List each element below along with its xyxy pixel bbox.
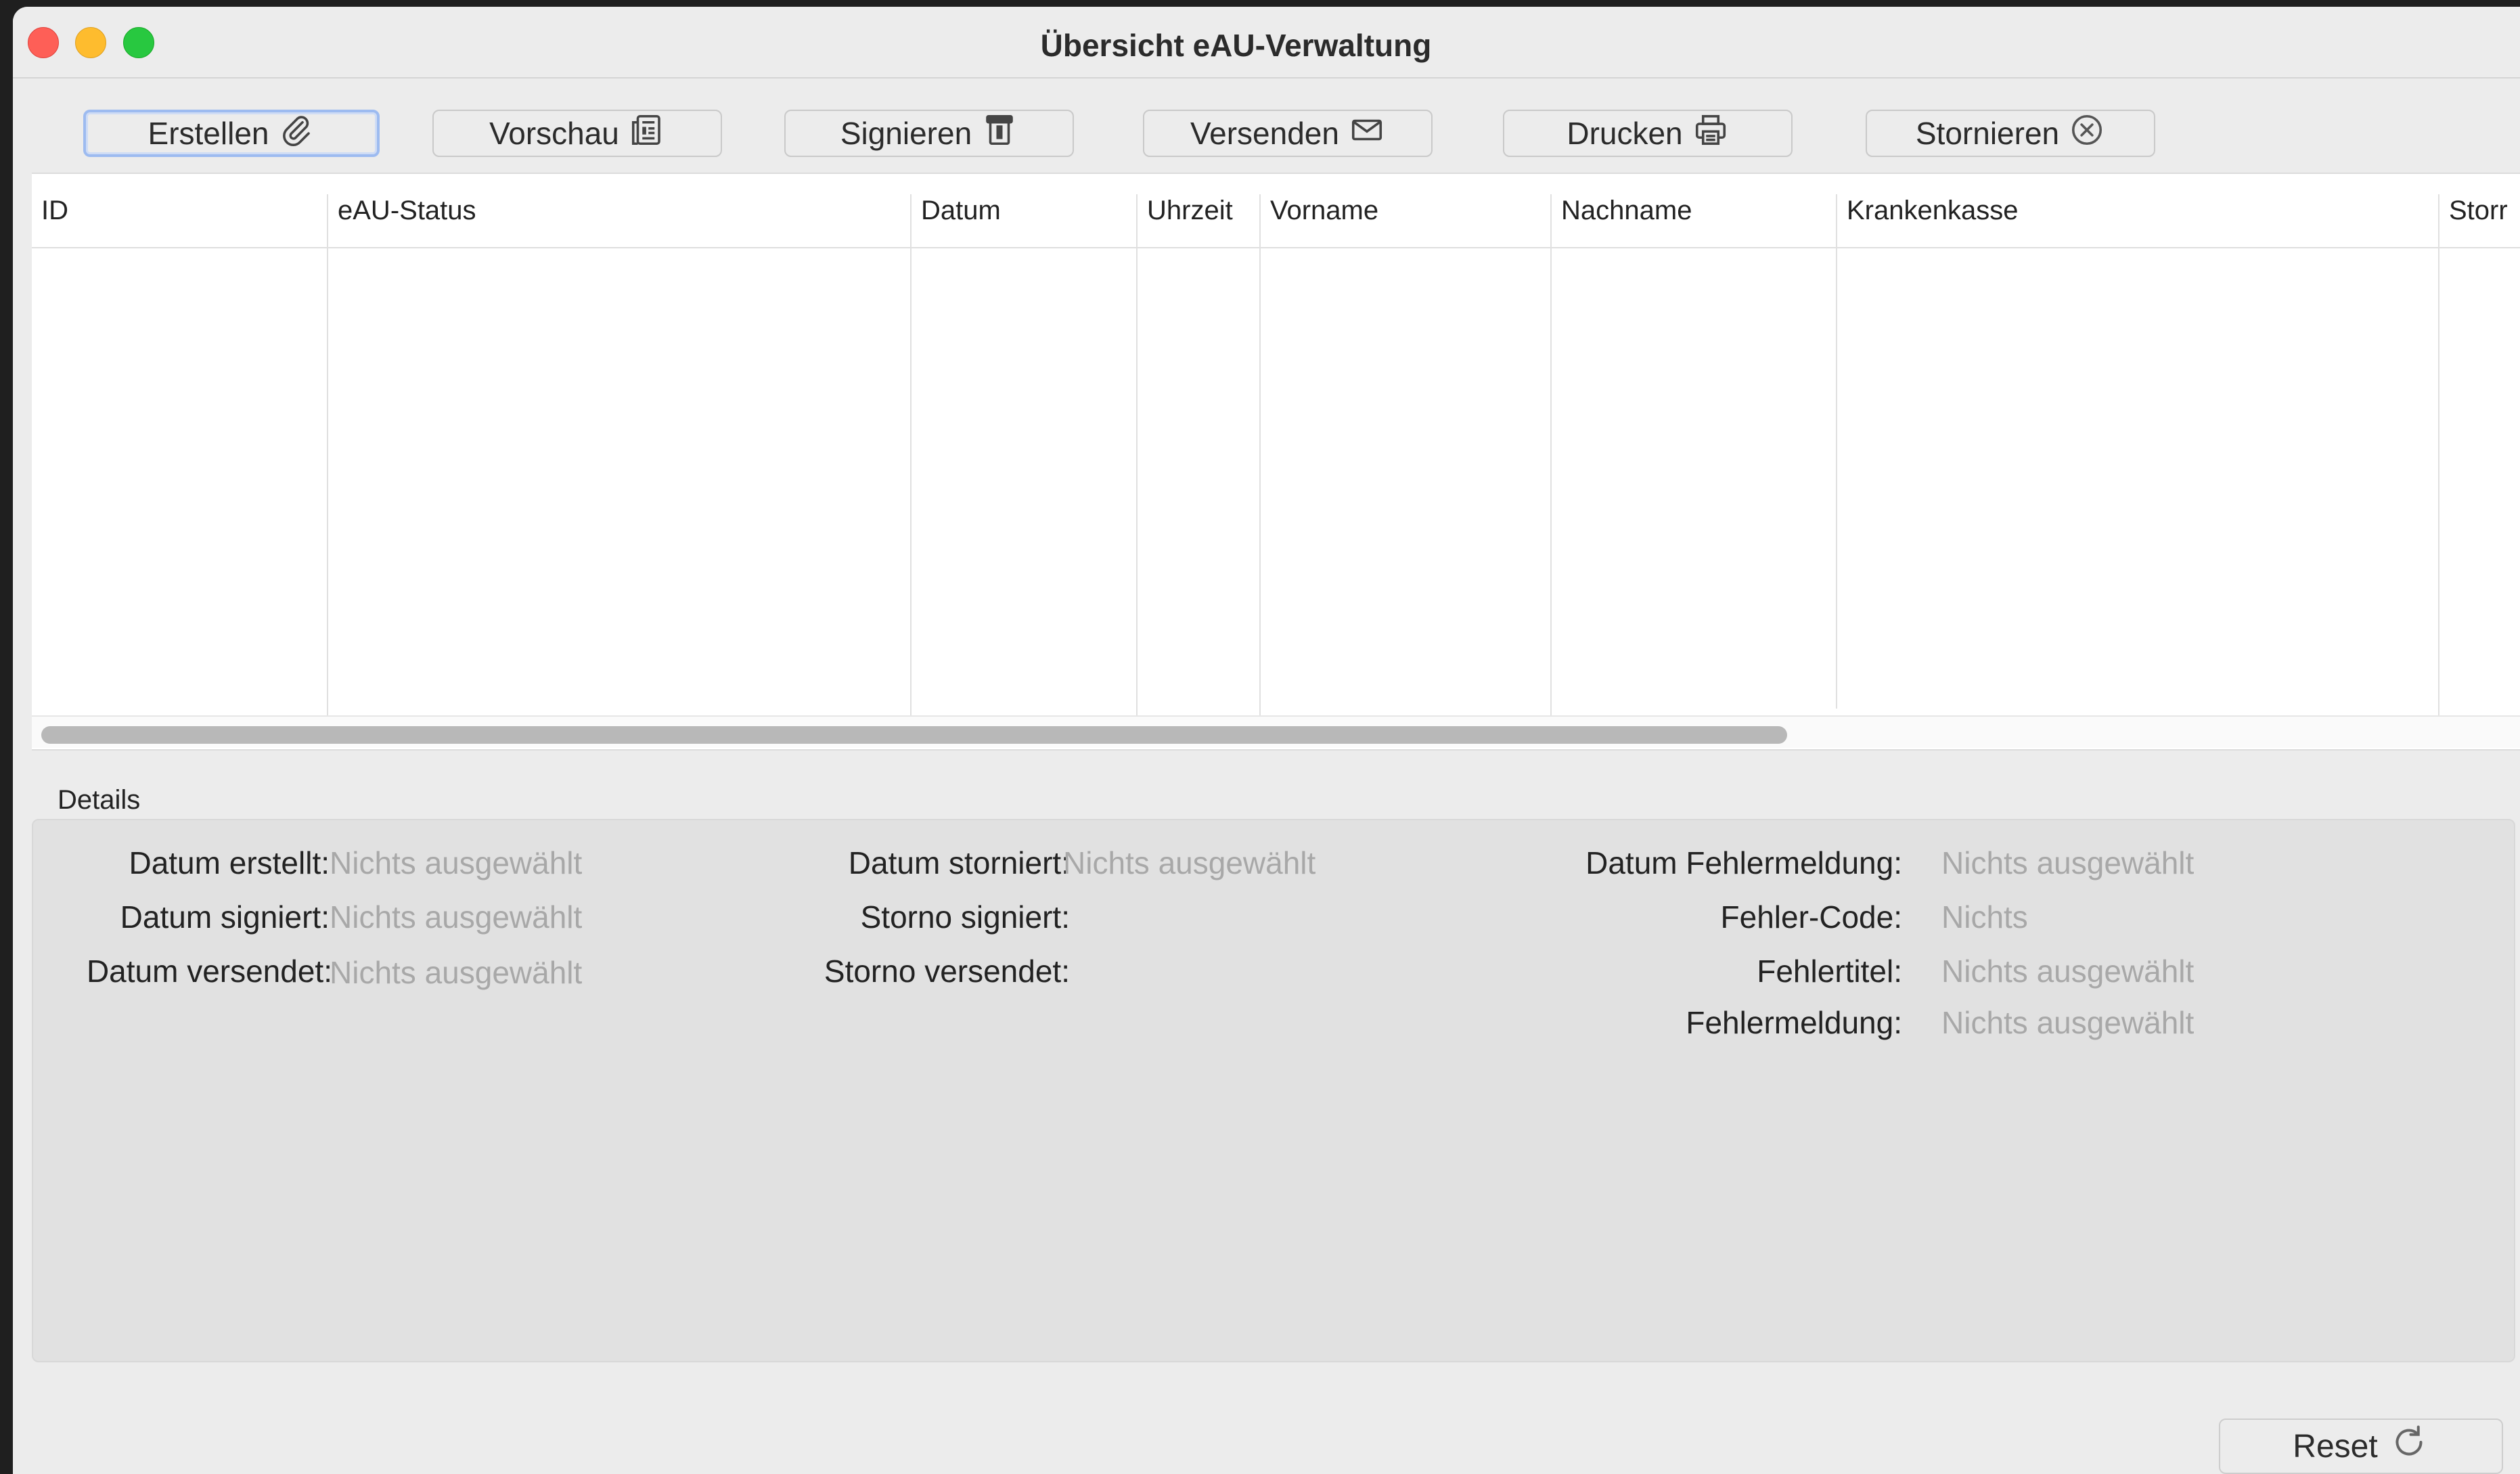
versenden-button[interactable]: Versenden [1143, 110, 1433, 157]
datum-fehlermeldung-value: Nichts ausgewählt [1941, 845, 2195, 880]
vorschau-label: Vorschau [489, 116, 619, 151]
horizontal-scrollbar[interactable] [32, 715, 2520, 748]
column-header-krankenkasse[interactable]: Krankenkasse [1837, 174, 2438, 247]
datum-versendet-value: Nichts ausgewählt [330, 955, 583, 990]
storno-versendet-label: Storno versendet: [824, 954, 1070, 989]
eau-table[interactable]: ID eAU-Status Datum Uhrzeit Vorname Nach… [32, 173, 2520, 751]
table-header: ID eAU-Status Datum Uhrzeit Vorname Nach… [32, 174, 2520, 248]
drucken-button[interactable]: Drucken [1503, 110, 1793, 157]
window-title: Übersicht eAU-Verwaltung [1040, 28, 1432, 63]
versenden-label: Versenden [1190, 116, 1339, 151]
column-header-vorname[interactable]: Vorname [1261, 174, 1550, 247]
fehlertitel-value: Nichts ausgewählt [1941, 954, 2195, 989]
cancel-circle-icon [2069, 112, 2105, 156]
fehler-code-label: Fehler-Code: [1720, 899, 1902, 935]
app-window: Übersicht eAU-Verwaltung Erstellen Vorsc… [13, 7, 2520, 1474]
details-section-title: Details [58, 785, 141, 815]
datum-fehlermeldung-label: Datum Fehlermeldung: [1585, 845, 1902, 880]
column-header-id[interactable]: ID [32, 174, 327, 247]
signieren-button[interactable]: Signieren [784, 110, 1074, 157]
erstellen-label: Erstellen [148, 116, 269, 151]
datum-storniert-value: Nichts ausgewählt [1063, 845, 1316, 880]
fehlermeldung-label: Fehlermeldung: [1686, 1005, 1902, 1040]
storno-signiert-label: Storno signiert: [860, 899, 1070, 935]
reset-button[interactable]: Reset [2219, 1419, 2503, 1474]
erstellen-button[interactable]: Erstellen [83, 110, 380, 157]
column-header-uhrzeit[interactable]: Uhrzeit [1138, 174, 1259, 247]
table-body[interactable] [32, 248, 2520, 714]
stornieren-label: Stornieren [1915, 116, 2060, 151]
fehler-code-value: Nichts [1941, 899, 2028, 935]
column-header-storno[interactable]: Storr [2439, 174, 2520, 247]
drucken-label: Drucken [1567, 116, 1683, 151]
column-header-datum[interactable]: Datum [912, 174, 1136, 247]
card-reader-icon [981, 112, 1018, 156]
datum-erstellt-label: Datum erstellt: [129, 845, 330, 880]
signieren-label: Signieren [840, 116, 972, 151]
document-preview-icon [629, 112, 665, 156]
column-header-eau-status[interactable]: eAU-Status [328, 174, 910, 247]
column-header-nachname[interactable]: Nachname [1552, 174, 1836, 247]
title-bar: Übersicht eAU-Verwaltung [13, 7, 2520, 79]
stornieren-button[interactable]: Stornieren [1866, 110, 2155, 157]
datum-erstellt-value: Nichts ausgewählt [330, 845, 583, 880]
datum-signiert-value: Nichts ausgewählt [330, 899, 583, 935]
fehlertitel-label: Fehlertitel: [1757, 954, 1902, 989]
details-panel: Datum erstellt: Nichts ausgewählt Datum … [32, 819, 2515, 1362]
vorschau-button[interactable]: Vorschau [432, 110, 722, 157]
fehlermeldung-value: Nichts ausgewählt [1941, 1005, 2195, 1040]
envelope-icon [1349, 112, 1385, 156]
reset-label: Reset [2293, 1428, 2378, 1465]
refresh-icon [2389, 1422, 2429, 1471]
horizontal-scrollbar-thumb[interactable] [41, 726, 1787, 744]
paperclip-icon [278, 112, 315, 156]
datum-signiert-label: Datum signiert: [120, 899, 330, 935]
datum-versendet-label: Datum versendet: [86, 954, 332, 989]
printer-icon [1692, 112, 1729, 156]
datum-storniert-label: Datum storniert: [848, 845, 1070, 880]
